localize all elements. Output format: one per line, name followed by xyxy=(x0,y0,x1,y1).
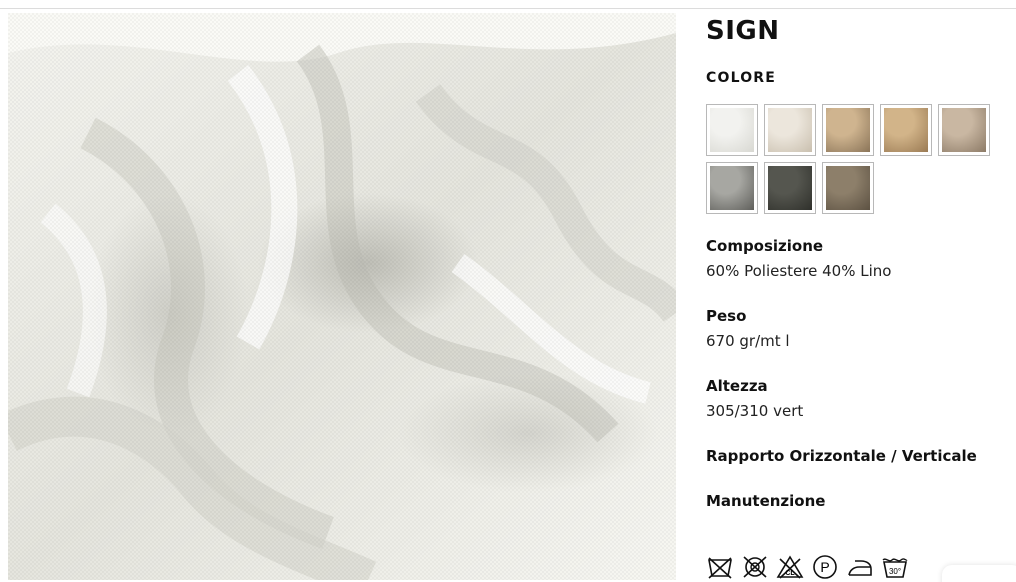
spec-repeat: Rapporto Orizzontale / Verticale xyxy=(706,446,1016,466)
swatch-image xyxy=(942,108,986,152)
color-swatch-taupe[interactable] xyxy=(938,104,990,156)
swatch-image xyxy=(826,166,870,210)
swatch-image xyxy=(710,108,754,152)
top-divider xyxy=(0,0,1016,9)
no-bleach-icon xyxy=(741,554,769,580)
product-image xyxy=(8,13,676,580)
svg-text:P: P xyxy=(820,559,829,575)
swatch-image xyxy=(768,108,812,152)
wash-temp-label: 30° xyxy=(889,567,901,576)
color-swatch-grey[interactable] xyxy=(706,162,758,214)
composition-label: Composizione xyxy=(706,237,824,255)
color-swatch-charcoal[interactable] xyxy=(764,162,816,214)
swatch-image xyxy=(884,108,928,152)
repeat-label: Rapporto Orizzontale / Verticale xyxy=(706,447,977,465)
care-icons: CL P 30° xyxy=(706,554,909,580)
dry-clean-p-icon: P xyxy=(811,554,839,580)
color-swatch-white[interactable] xyxy=(706,104,758,156)
spec-composition: Composizione 60% Poliestere 40% Lino xyxy=(706,236,1016,281)
color-label: COLORE xyxy=(706,70,777,86)
swatch-image xyxy=(826,108,870,152)
swatch-image xyxy=(710,166,754,210)
color-swatch-camel[interactable] xyxy=(880,104,932,156)
spec-care: Manutenzione xyxy=(706,491,1016,511)
product-info: SIGN COLORE Composizione 60% Poliestere … xyxy=(706,14,1016,511)
product-title: SIGN xyxy=(706,16,780,46)
color-swatch-cream[interactable] xyxy=(764,104,816,156)
color-swatch-mud[interactable] xyxy=(822,162,874,214)
fabric-photo xyxy=(8,13,676,580)
spec-weight: Peso 670 gr/mt l xyxy=(706,306,1016,351)
weight-label: Peso xyxy=(706,307,747,325)
swatch-image xyxy=(768,166,812,210)
weight-value: 670 gr/mt l xyxy=(706,332,790,350)
care-label: Manutenzione xyxy=(706,492,826,510)
color-swatch-sand[interactable] xyxy=(822,104,874,156)
composition-value: 60% Poliestere 40% Lino xyxy=(706,262,892,280)
iron-icon xyxy=(846,554,874,580)
height-value: 305/310 vert xyxy=(706,402,804,420)
height-label: Altezza xyxy=(706,377,768,395)
no-chlorine-icon: CL xyxy=(776,554,804,580)
svg-text:CL: CL xyxy=(785,570,795,577)
wash-30-icon: 30° xyxy=(881,554,909,580)
spec-height: Altezza 305/310 vert xyxy=(706,376,1016,421)
floating-widget[interactable] xyxy=(942,565,1016,582)
no-wash-icon xyxy=(706,554,734,580)
color-swatches xyxy=(706,104,1016,214)
